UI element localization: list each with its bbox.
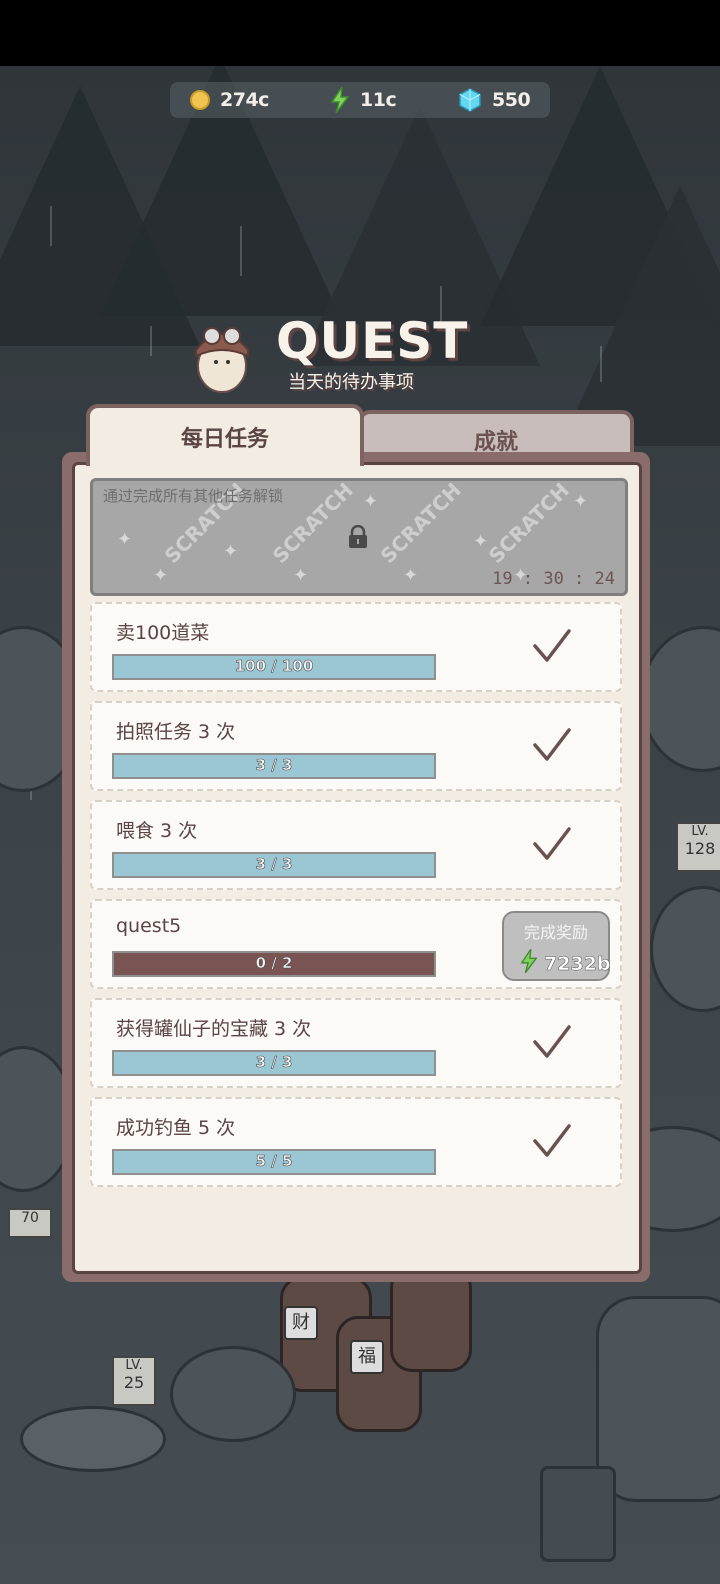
reward-amount: 7232b [520, 948, 611, 978]
level-sign-left: LV. 25 [112, 1356, 156, 1406]
quest-progress-text: 3 / 3 [255, 1053, 293, 1072]
quest-progress-bar: 100 / 100 [112, 654, 436, 680]
page-title: QUEST [276, 312, 469, 370]
coin-value: 274c [220, 89, 269, 111]
quest-progress-bar: 3 / 3 [112, 852, 436, 878]
scratch-overlay-text: SCRATCH [483, 478, 574, 569]
quest-reset-timer: 19 : 30 : 24 [492, 569, 615, 589]
pilot-bunny-mascot [186, 314, 258, 394]
quest-row: 喂食 3 次 3 / 3 [90, 800, 622, 890]
quest-name: 喂食 3 次 [116, 820, 198, 842]
quest-progress-text: 3 / 3 [255, 855, 293, 874]
quest-row: 拍照任务 3 次 3 / 3 [90, 701, 622, 791]
quest-progress-text: 100 / 100 [234, 657, 314, 676]
checkmark-icon [532, 1123, 572, 1163]
status-bar [0, 0, 720, 66]
tab-daily-quests[interactable]: 每日任务 [86, 404, 364, 466]
claim-reward-label: 完成奖励 [523, 923, 588, 942]
post-sign: 70 [8, 1208, 52, 1238]
checkmark-icon [532, 628, 572, 668]
locked-bonus-quest[interactable]: SCRATCH SCRATCH SCRATCH SCRATCH ✦ ✦ ✦ ✦ … [90, 478, 628, 596]
quest-name: 获得罐仙子的宝藏 3 次 [116, 1018, 312, 1040]
quest-name: 成功钓鱼 5 次 [116, 1117, 236, 1139]
reward-value: 7232b [544, 952, 611, 975]
lightning-icon [330, 87, 350, 113]
lock-icon [347, 524, 369, 553]
quest-name: 拍照任务 3 次 [116, 721, 236, 743]
barrel-wealth-char: 财 [284, 1306, 318, 1340]
quest-progress-text: 0 / 2 [255, 954, 293, 973]
level-sign-right: LV. 128 [676, 822, 720, 872]
quest-progress-text: 5 / 5 [255, 1152, 293, 1171]
quest-row: 获得罐仙子的宝藏 3 次 3 / 3 [90, 998, 622, 1088]
quest-progress-bar: 3 / 3 [112, 753, 436, 779]
quest-progress-bar: 5 / 5 [112, 1149, 436, 1175]
gem-value: 550 [492, 89, 531, 111]
page-subtitle: 当天的待办事项 [288, 372, 414, 393]
unlock-hint: 通过完成所有其他任务解锁 [103, 487, 284, 505]
quest-row: 成功钓鱼 5 次 5 / 5 [90, 1097, 622, 1187]
claim-reward-button[interactable]: 完成奖励 7232b [502, 911, 611, 981]
quest-row: 卖100道菜 100 / 100 [90, 602, 622, 692]
barrel-fortune-char: 福 [350, 1340, 384, 1374]
quest-row: quest5 0 / 2 完成奖励 7232b [90, 899, 622, 989]
quest-name: 卖100道菜 [116, 622, 210, 644]
currency-bar: 274c 11c 550 [170, 82, 550, 118]
checkmark-icon [532, 826, 572, 866]
gem-counter: 550 [458, 86, 531, 114]
energy-value: 11c [360, 89, 397, 111]
quest-name: quest5 [116, 915, 182, 937]
energy-counter: 11c [330, 86, 397, 114]
scratch-overlay-text: SCRATCH [375, 478, 466, 569]
lightning-icon [520, 948, 538, 978]
quest-progress-bar: 3 / 3 [112, 1050, 436, 1076]
coin-icon [190, 90, 210, 110]
quest-progress-text: 3 / 3 [255, 756, 293, 775]
checkmark-icon [532, 1024, 572, 1064]
checkmark-icon [532, 727, 572, 767]
coin-counter: 274c [190, 86, 269, 114]
quest-progress-bar: 0 / 2 [112, 951, 436, 977]
gem-icon [458, 88, 482, 112]
